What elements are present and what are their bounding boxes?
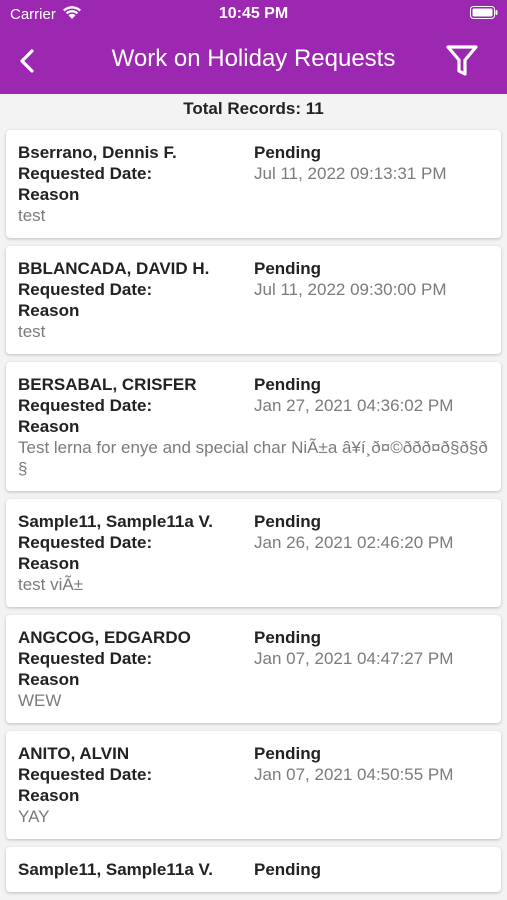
reason-text: test: [18, 322, 46, 341]
requested-date-label: Requested Date:: [18, 765, 153, 784]
status-badge: Pending: [254, 860, 322, 879]
reason-text: WEW: [18, 691, 62, 710]
employee-name: Bserrano, Dennis F.: [18, 143, 177, 162]
request-list: Bserrano, Dennis F. Pending Requested Da…: [6, 130, 501, 900]
reason-text: YAY: [18, 807, 50, 826]
reason-text: test: [18, 206, 46, 225]
requested-date-label: Requested Date:: [18, 280, 153, 299]
employee-name: ANITO, ALVIN: [18, 744, 130, 763]
reason-label: Reason: [18, 301, 80, 320]
battery-icon: [470, 6, 498, 19]
request-card[interactable]: Bserrano, Dennis F. Pending Requested Da…: [6, 130, 501, 238]
status-badge: Pending: [254, 259, 322, 278]
employee-name: Sample11, Sample11a V.: [18, 512, 214, 531]
requested-date-label: Requested Date:: [18, 649, 153, 668]
request-card[interactable]: ANGCOG, EDGARDO Pending Requested Date: …: [6, 615, 501, 723]
status-badge: Pending: [254, 744, 322, 763]
requested-date-value: Jan 07, 2021 04:47:27 PM: [254, 649, 454, 668]
employee-name: Sample11, Sample11a V.: [18, 860, 214, 879]
page-title: Work on Holiday Requests: [111, 45, 396, 72]
app-bar: Carrier 10:45 PM Work on Holiday Request…: [0, 0, 507, 94]
requested-date-label: Requested Date:: [18, 396, 153, 415]
total-records: Total Records: 11: [183, 99, 324, 118]
requested-date-value: Jan 27, 2021 04:36:02 PM: [254, 396, 454, 415]
requested-date-value: Jan 07, 2021 04:50:55 PM: [254, 765, 454, 784]
employee-name: ANGCOG, EDGARDO: [18, 628, 191, 647]
reason-text: Test lerna for enye and special char NiÃ…: [18, 438, 488, 478]
status-badge: Pending: [254, 628, 322, 647]
request-card[interactable]: Sample11, Sample11a V. Pending: [6, 847, 501, 892]
requested-date-value: Jan 26, 2021 02:46:20 PM: [254, 533, 454, 552]
reason-label: Reason: [18, 670, 80, 689]
request-card[interactable]: ANITO, ALVIN Pending Requested Date: Jan…: [6, 731, 501, 839]
status-badge: Pending: [254, 143, 322, 162]
request-card[interactable]: BBLANCADA, DAVID H. Pending Requested Da…: [6, 246, 501, 354]
employee-name: BERSABAL, CRISFER: [18, 375, 197, 394]
requested-date-value: Jul 11, 2022 09:30:00 PM: [254, 280, 447, 299]
reason-text: test viÃ±: [18, 575, 84, 594]
request-card[interactable]: BERSABAL, CRISFER Pending Requested Date…: [6, 362, 501, 491]
reason-label: Reason: [18, 786, 80, 805]
requested-date-value: Jul 11, 2022 09:13:31 PM: [254, 164, 447, 183]
status-badge: Pending: [254, 512, 322, 531]
requested-date-label: Requested Date:: [18, 533, 153, 552]
employee-name: BBLANCADA, DAVID H.: [18, 259, 210, 278]
status-time: 10:45 PM: [218, 5, 289, 22]
reason-label: Reason: [18, 554, 80, 573]
reason-label: Reason: [18, 417, 80, 436]
status-badge: Pending: [254, 375, 322, 394]
toolbar: Work on Holiday Requests: [0, 34, 507, 86]
status-bar: Carrier 10:45 PM: [0, 0, 507, 30]
filter-icon[interactable]: [443, 40, 481, 80]
requested-date-label: Requested Date:: [18, 164, 153, 183]
request-card[interactable]: Sample11, Sample11a V. Pending Requested…: [6, 499, 501, 607]
reason-label: Reason: [18, 185, 80, 204]
